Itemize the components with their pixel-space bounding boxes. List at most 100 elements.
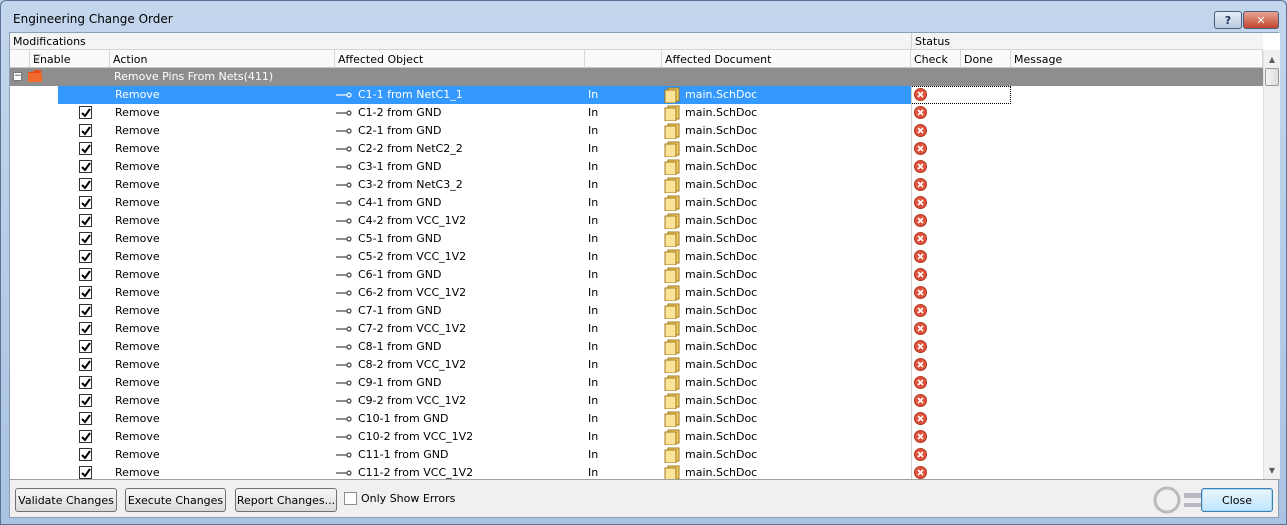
help-button[interactable]: ? (1214, 11, 1242, 29)
schematic-document-icon (664, 303, 680, 319)
schematic-document-icon (664, 375, 680, 391)
table-row[interactable]: Remove C8-2 from VCC_1V2 In main.SchDoc (10, 356, 1263, 374)
schematic-document-icon (664, 357, 680, 373)
row-cells[interactable]: Remove C2-2 from NetC2_2 In main.SchDoc (58, 140, 911, 158)
row-cells[interactable]: Remove C10-1 from GND In main.SchDoc (58, 410, 911, 428)
affected-document-header-label: Affected Document (665, 53, 772, 66)
row-cells[interactable]: Remove C8-2 from VCC_1V2 In main.SchDoc (58, 356, 911, 374)
table-row[interactable]: Remove C9-1 from GND In main.SchDoc (10, 374, 1263, 392)
affected-object-cell: C1-1 from NetC1_1 (358, 88, 463, 101)
table-row[interactable]: Remove C2-1 from GND In main.SchDoc (10, 122, 1263, 140)
title-bar[interactable]: Engineering Change Order ? ✕ (1, 1, 1286, 33)
table-row[interactable]: Remove C6-1 from GND In main.SchDoc (10, 266, 1263, 284)
vertical-scrollbar[interactable]: ▲ ▼ (1263, 50, 1280, 479)
direction-cell: In (588, 160, 599, 173)
collapse-icon[interactable]: − (13, 72, 22, 81)
table-row[interactable]: Remove C5-2 from VCC_1V2 In main.SchDoc (10, 248, 1263, 266)
row-cells[interactable]: Remove C8-1 from GND In main.SchDoc (58, 338, 911, 356)
row-cells[interactable]: Remove C4-2 from VCC_1V2 In main.SchDoc (58, 212, 911, 230)
table-row[interactable]: Remove C10-1 from GND In main.SchDoc (10, 410, 1263, 428)
affected-document-cell: main.SchDoc (685, 88, 758, 101)
row-cells[interactable]: Remove C2-1 from GND In main.SchDoc (58, 122, 911, 140)
row-cells[interactable]: Remove C1-1 from NetC1_1 In main.SchDoc (58, 86, 911, 104)
table-row[interactable]: Remove C5-1 from GND In main.SchDoc (10, 230, 1263, 248)
table-row[interactable]: Remove C8-1 from GND In main.SchDoc (10, 338, 1263, 356)
row-cells[interactable]: Remove C5-2 from VCC_1V2 In main.SchDoc (58, 248, 911, 266)
close-button[interactable]: Close (1201, 488, 1273, 512)
direction-cell: In (588, 412, 599, 425)
table-row[interactable]: Remove C7-2 from VCC_1V2 In main.SchDoc (10, 320, 1263, 338)
direction-cell: In (588, 358, 599, 371)
column-header-enable[interactable]: Enable ▽ (30, 50, 110, 68)
execute-changes-button[interactable]: Execute Changes (125, 488, 226, 512)
report-changes-button[interactable]: Report Changes... (235, 488, 337, 512)
row-cells[interactable]: Remove C1-2 from GND In main.SchDoc (58, 104, 911, 122)
table-row[interactable]: Remove C11-1 from GND In main.SchDoc (10, 446, 1263, 464)
action-cell: Remove (115, 430, 160, 443)
table-row[interactable]: Remove C11-2 from VCC_1V2 In main.SchDoc (10, 464, 1263, 479)
window-close-button[interactable]: ✕ (1243, 11, 1279, 29)
table-row[interactable]: Remove C2-2 from NetC2_2 In main.SchDoc (10, 140, 1263, 158)
table-row[interactable]: Remove C6-2 from VCC_1V2 In main.SchDoc (10, 284, 1263, 302)
scroll-up-icon[interactable]: ▲ (1264, 51, 1280, 67)
validate-changes-button[interactable]: Validate Changes (15, 488, 117, 512)
row-cells[interactable]: Remove C4-1 from GND In main.SchDoc (58, 194, 911, 212)
table-row[interactable]: Remove C1-1 from NetC1_1 In main.SchDoc (10, 86, 1263, 104)
pin-icon (336, 200, 352, 206)
table-row[interactable]: Remove C4-2 from VCC_1V2 In main.SchDoc (10, 212, 1263, 230)
column-header-action[interactable]: Action (110, 50, 335, 68)
row-cells[interactable]: Remove C6-2 from VCC_1V2 In main.SchDoc (58, 284, 911, 302)
filter-icon[interactable]: ▽ (33, 53, 105, 64)
scroll-down-icon[interactable]: ▼ (1264, 462, 1280, 478)
direction-cell: In (588, 448, 599, 461)
affected-object-cell: C6-2 from VCC_1V2 (358, 286, 467, 299)
column-header-affected-object[interactable]: Affected Object (335, 50, 585, 68)
direction-cell: In (588, 88, 599, 101)
schematic-document-icon (664, 429, 680, 445)
affected-object-cell: C2-1 from GND (358, 124, 442, 137)
table-row[interactable]: Remove C10-2 from VCC_1V2 In main.SchDoc (10, 428, 1263, 446)
affected-document-cell: main.SchDoc (685, 142, 758, 155)
column-header-in[interactable] (585, 50, 662, 68)
direction-cell: In (588, 304, 599, 317)
affected-object-cell: C11-1 from GND (358, 448, 449, 461)
pin-icon (336, 380, 352, 386)
action-cell: Remove (115, 232, 160, 245)
status-group-header: Status (911, 33, 1263, 50)
column-header-message[interactable]: Message (1011, 50, 1263, 68)
only-show-errors-checkbox[interactable] (344, 492, 357, 505)
error-icon (914, 178, 927, 191)
column-header-check[interactable]: Check (911, 50, 961, 68)
row-cells[interactable]: Remove C9-1 from GND In main.SchDoc (58, 374, 911, 392)
affected-document-cell: main.SchDoc (685, 232, 758, 245)
column-header-done[interactable]: Done (961, 50, 1011, 68)
table-row[interactable]: Remove C3-2 from NetC3_2 In main.SchDoc (10, 176, 1263, 194)
table-row[interactable]: Remove C7-1 from GND In main.SchDoc (10, 302, 1263, 320)
row-cells[interactable]: Remove C3-1 from GND In main.SchDoc (58, 158, 911, 176)
action-cell: Remove (115, 142, 160, 155)
column-header-affected-document[interactable]: Affected Document (662, 50, 911, 68)
table-row[interactable]: Remove C3-1 from GND In main.SchDoc (10, 158, 1263, 176)
pin-icon (336, 254, 352, 260)
row-cells[interactable]: Remove C9-2 from VCC_1V2 In main.SchDoc (58, 392, 911, 410)
table-row[interactable]: Remove C1-2 from GND In main.SchDoc (10, 104, 1263, 122)
schematic-document-icon (664, 213, 680, 229)
group-row-remove-pins[interactable]: − Remove Pins From Nets(411) (10, 68, 1263, 86)
row-cells[interactable]: Remove C7-1 from GND In main.SchDoc (58, 302, 911, 320)
action-cell: Remove (115, 448, 160, 461)
schematic-document-icon (664, 339, 680, 355)
table-row[interactable]: Remove C9-2 from VCC_1V2 In main.SchDoc (10, 392, 1263, 410)
pin-icon (336, 146, 352, 152)
row-cells[interactable]: Remove C3-2 from NetC3_2 In main.SchDoc (58, 176, 911, 194)
row-cells[interactable]: Remove C11-1 from GND In main.SchDoc (58, 446, 911, 464)
pin-icon (336, 290, 352, 296)
row-cells[interactable]: Remove C10-2 from VCC_1V2 In main.SchDoc (58, 428, 911, 446)
schematic-document-icon (664, 141, 680, 157)
row-cells[interactable]: Remove C6-1 from GND In main.SchDoc (58, 266, 911, 284)
row-cells[interactable]: Remove C7-2 from VCC_1V2 In main.SchDoc (58, 320, 911, 338)
table-row[interactable]: Remove C4-1 from GND In main.SchDoc (10, 194, 1263, 212)
row-cells[interactable]: Remove C11-2 from VCC_1V2 In main.SchDoc (58, 464, 911, 479)
row-cells[interactable]: Remove C5-1 from GND In main.SchDoc (58, 230, 911, 248)
scroll-thumb[interactable] (1265, 68, 1279, 86)
error-icon (914, 376, 927, 389)
